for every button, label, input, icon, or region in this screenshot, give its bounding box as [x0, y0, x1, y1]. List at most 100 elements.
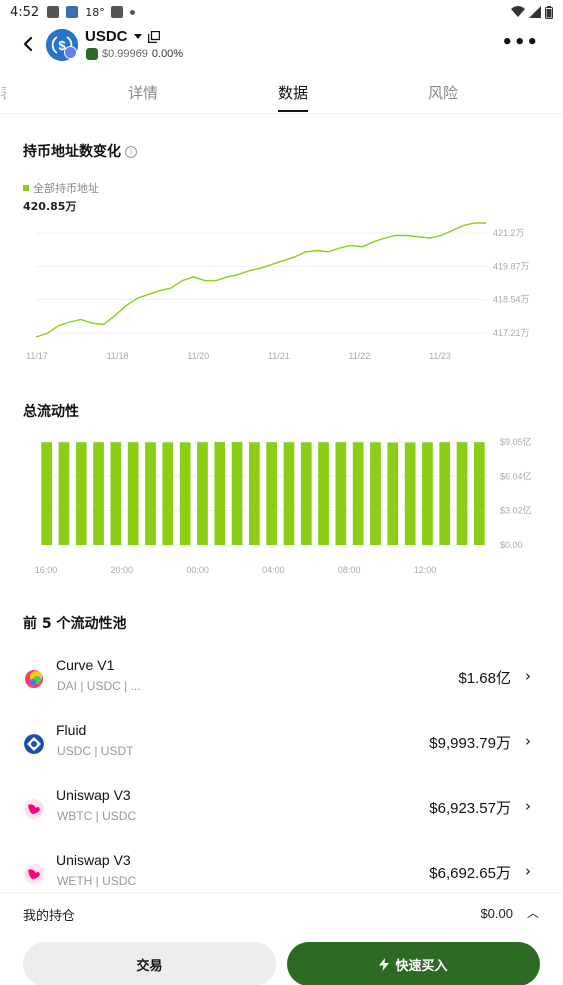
- fluid-icon: [24, 734, 44, 754]
- token-price: $0.99969: [102, 48, 148, 60]
- app-notification-icon: [66, 6, 79, 18]
- pool-liquidity: $9,993.79万: [429, 735, 511, 752]
- trade-button[interactable]: 交易: [23, 942, 276, 985]
- pool-pair: USDC | USDT: [57, 744, 134, 758]
- tab-risk[interactable]: 风险: [428, 82, 458, 103]
- liquidity-bar: [58, 442, 70, 545]
- news-icon: [110, 6, 123, 18]
- pools-section-title: 前 5 个流动性池: [23, 616, 127, 632]
- tab-bar: 表 详情 数据 风险: [0, 70, 563, 114]
- status-bar: 4:52 18°: [0, 0, 563, 24]
- signal-icon: [529, 6, 541, 18]
- liquidity-bar: [300, 442, 312, 545]
- x-tick-label: 11/20: [187, 351, 209, 361]
- curve-icon: [25, 670, 43, 688]
- y-tick-label: 418.54万: [493, 295, 530, 305]
- uniswap-icon: [24, 799, 44, 819]
- liquidity-bar: [422, 442, 433, 545]
- liquidity-bar: [352, 442, 364, 545]
- chevron-right-icon: ›: [525, 862, 531, 880]
- liquidity-bar: [41, 442, 52, 545]
- y-tick-label: $0.00: [500, 540, 523, 550]
- y-tick-label: $6.04亿: [500, 470, 532, 481]
- pool-name: Uniswap V3: [56, 787, 131, 803]
- info-icon[interactable]: i: [125, 146, 137, 158]
- liquidity-bar-chart[interactable]: $9.05亿 $6.04亿 $3.02亿 $0.00 16:00 20:00 00:00 04…: [0, 430, 563, 580]
- token-price-row: $0.99969 0.00%: [86, 48, 183, 60]
- x-tick-label: 20:00: [111, 565, 134, 575]
- battery-icon: [545, 5, 553, 19]
- bottom-action-panel: 我的持仓 $0.00 ︿ 交易 快速买入: [0, 892, 563, 985]
- caret-down-icon: [133, 33, 142, 39]
- holders-title-text: 持币地址数变化: [23, 144, 121, 160]
- more-notifications-icon: [129, 9, 135, 15]
- token-header: $ USDC $0.99969 0.00% •••: [0, 24, 563, 68]
- wifi-icon: [511, 6, 525, 17]
- chevron-up-icon[interactable]: ︿: [527, 904, 539, 921]
- pool-row[interactable]: Fluid USDC | USDT $9,993.79万 ›: [0, 720, 563, 785]
- liquidity-bar: [214, 442, 226, 545]
- back-button[interactable]: [16, 32, 40, 56]
- liquidity-bar: [127, 442, 139, 545]
- verified-badge-icon: [86, 48, 98, 60]
- tab-active-indicator: [278, 110, 308, 112]
- pool-pair: WETH | USDC: [57, 874, 137, 888]
- liquidity-bar: [75, 442, 87, 545]
- tab-data[interactable]: 数据: [278, 82, 308, 103]
- liquidity-bar: [370, 442, 381, 545]
- liquidity-bar: [335, 442, 347, 545]
- pool-name: Uniswap V3: [56, 852, 131, 868]
- liquidity-bar: [145, 442, 156, 545]
- clock: 4:52: [10, 4, 40, 20]
- chevron-left-icon: [23, 36, 33, 52]
- liquidity-bar: [249, 442, 260, 545]
- liquidity-bar: [266, 442, 277, 545]
- liquidity-bar: [387, 442, 399, 545]
- quick-buy-label: 快速买入: [395, 958, 448, 974]
- pool-name: Fluid: [56, 722, 87, 738]
- lightning-icon: [379, 957, 390, 971]
- liquidity-bar: [162, 442, 174, 545]
- chevron-right-icon: ›: [525, 667, 531, 685]
- chevron-right-icon: ›: [525, 732, 531, 750]
- holders-legend: 全部持币地址: [23, 180, 99, 196]
- liquidity-bar: [110, 442, 122, 545]
- y-tick-label: 419.87万: [493, 261, 530, 271]
- series-line: [35, 222, 486, 338]
- holders-line-chart[interactable]: 421.2万 419.87万 418.54万 417.21万 11/17 11/18 11/…: [0, 215, 563, 365]
- y-tick-label: 417.21万: [493, 328, 530, 338]
- liquidity-section-title: 总流动性: [23, 404, 79, 420]
- legend-swatch: [23, 185, 29, 191]
- more-menu-button[interactable]: •••: [501, 32, 539, 53]
- x-tick-label: 08:00: [338, 565, 361, 575]
- x-tick-label: 11/23: [429, 351, 451, 361]
- tab-details[interactable]: 详情: [128, 82, 158, 103]
- pool-row[interactable]: Uniswap V3 WBTC | USDC $6,923.57万 ›: [0, 785, 563, 850]
- holding-value[interactable]: $0.00: [480, 906, 513, 921]
- quick-buy-button[interactable]: 快速买入: [287, 942, 540, 985]
- token-selector[interactable]: USDC: [85, 28, 160, 45]
- uniswap-icon: [24, 864, 44, 884]
- tab-overflow-indicator: 表: [0, 82, 6, 103]
- more-icon: •••: [501, 32, 539, 53]
- copy-icon[interactable]: [147, 30, 160, 43]
- price-change: 0.00%: [151, 48, 184, 60]
- liquidity-bar: [179, 442, 191, 545]
- x-tick-label: 11/18: [107, 351, 129, 361]
- token-symbol: USDC: [85, 28, 128, 45]
- x-tick-label: 00:00: [186, 565, 209, 575]
- pool-row[interactable]: Curve V1 DAI | USDC | ... $1.68亿 ›: [0, 655, 563, 720]
- pool-liquidity: $6,692.65万: [429, 865, 511, 882]
- x-tick-label: 11/21: [268, 351, 290, 361]
- pool-name: Curve V1: [56, 657, 115, 673]
- x-tick-label: 16:00: [35, 565, 58, 575]
- liquidity-bar: [93, 442, 104, 545]
- liquidity-bar: [231, 442, 243, 545]
- y-tick-label: $3.02亿: [500, 505, 532, 516]
- holders-current-value: 420.85万: [23, 200, 77, 213]
- ethereum-chain-icon: [64, 46, 77, 59]
- chevron-right-icon: ›: [525, 797, 531, 815]
- legend-label: 全部持币地址: [33, 182, 99, 195]
- notification-icon: [47, 6, 60, 18]
- pool-liquidity: $6,923.57万: [429, 800, 511, 817]
